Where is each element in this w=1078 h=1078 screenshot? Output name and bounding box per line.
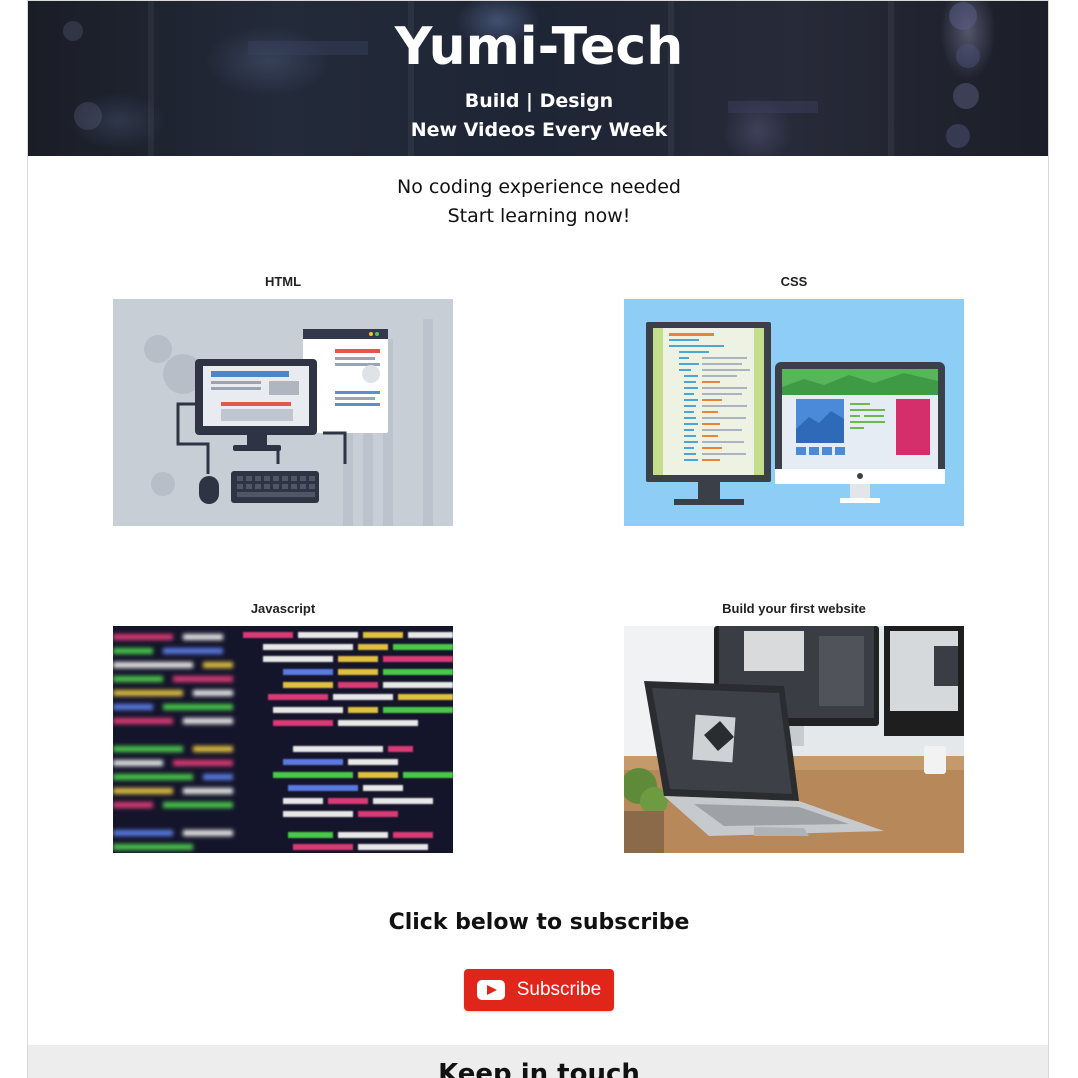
html-card-image[interactable] (113, 299, 453, 526)
footer-title: Keep in touch (438, 1059, 640, 1078)
javascript-card-image[interactable] (113, 626, 453, 853)
youtube-icon (476, 980, 505, 1000)
subscribe-heading: Click below to subscribe (388, 910, 690, 935)
subscribe-button[interactable]: Subscribe (464, 969, 614, 1011)
monitors-illustration (624, 299, 964, 526)
intro-line-1: No coding experience needed (396, 176, 681, 198)
footer: Keep in touch (28, 1045, 1048, 1078)
code-screen-photo (113, 626, 453, 853)
site-tagline: Build | Design (464, 90, 614, 112)
card-label-css: CSS (780, 274, 808, 289)
page: Yumi-Tech Build | Design New Videos Ever… (27, 0, 1049, 1078)
site-title: Yumi-Tech (394, 17, 684, 77)
intro-line-2: Start learning now! (447, 205, 631, 227)
subscribe-button-label: Subscribe (516, 979, 602, 1000)
css-card-image[interactable] (624, 299, 964, 526)
site-subtitle: New Videos Every Week (410, 119, 668, 141)
computer-illustration (113, 299, 453, 526)
website-card-image[interactable] (624, 626, 964, 853)
card-label-javascript: Javascript (250, 601, 316, 616)
laptop-desk-photo (624, 626, 964, 853)
hero-banner: Yumi-Tech Build | Design New Videos Ever… (28, 1, 1048, 156)
card-label-website: Build your first website (722, 601, 866, 616)
card-label-html: HTML (264, 274, 302, 289)
